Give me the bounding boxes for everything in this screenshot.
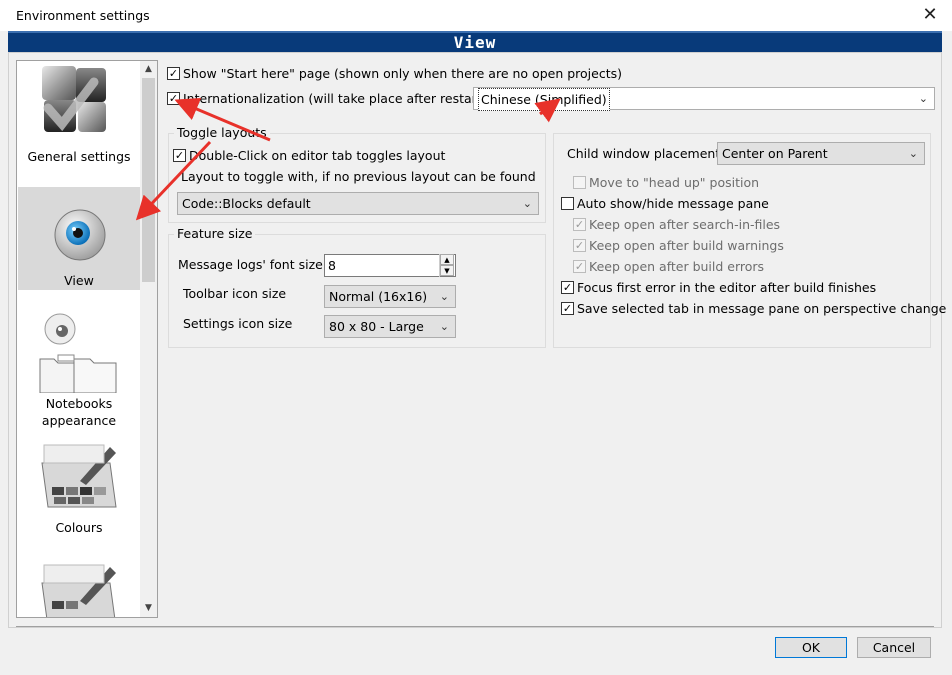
- ok-button[interactable]: OK: [775, 637, 847, 658]
- sidebar-item-general-settings[interactable]: General settings: [18, 61, 140, 183]
- toolbar-icon-size-select[interactable]: Normal (16x16) ⌄: [324, 285, 456, 308]
- sidebar-item-label: View: [64, 273, 94, 288]
- notebooks-icon: [39, 313, 117, 393]
- move-head-up-label: Move to "head up" position: [589, 175, 760, 190]
- keep-open-errors-label: Keep open after build errors: [589, 259, 765, 274]
- palette-icon: [41, 444, 117, 508]
- font-size-input[interactable]: 8: [324, 254, 456, 277]
- sidebar-scrollbar[interactable]: ▲ ▼: [140, 61, 157, 617]
- palette-icon: [41, 564, 116, 617]
- show-start-here-checkbox[interactable]: ✓: [167, 67, 180, 80]
- child-window-placement-label: Child window placement: [567, 146, 721, 161]
- keep-open-errors-checkbox[interactable]: ✓: [573, 260, 586, 273]
- chevron-down-icon: ⌄: [439, 290, 449, 303]
- double-click-toggle-label: Double-Click on editor tab toggles layou…: [189, 148, 446, 163]
- show-start-here-label: Show "Start here" page (shown only when …: [183, 66, 622, 81]
- move-head-up-checkbox[interactable]: [573, 176, 586, 189]
- keep-open-warnings-checkbox[interactable]: ✓: [573, 239, 586, 252]
- internationalization-label: Internationalization (will take place af…: [183, 91, 487, 106]
- focus-first-error-label: Focus first error in the editor after bu…: [577, 280, 877, 295]
- page-banner: View: [8, 31, 942, 52]
- toolbar-icon-size-value: Normal (16x16): [329, 289, 428, 304]
- child-window-placement-select[interactable]: Center on Parent ⌄: [717, 142, 925, 165]
- chevron-down-icon: ⌄: [522, 197, 532, 210]
- language-select[interactable]: Chinese (Simplified) ⌄: [473, 87, 935, 111]
- sidebar-item-notebooks-appearance[interactable]: Notebooks appearance: [18, 301, 140, 428]
- font-size-stepper[interactable]: ▲ ▼: [439, 254, 454, 277]
- font-size-value: 8: [328, 258, 336, 273]
- sidebar-item-label: Notebooks appearance: [41, 396, 117, 428]
- settings-sidebar: General settings View Notebooks appearan…: [16, 60, 158, 618]
- window-title: Environment settings: [16, 8, 150, 23]
- save-selected-tab-label: Save selected tab in message pane on per…: [577, 301, 947, 316]
- keep-open-search-checkbox[interactable]: ✓: [573, 218, 586, 231]
- general-settings-icon: [42, 66, 106, 132]
- stepper-down-icon[interactable]: ▼: [440, 265, 454, 276]
- sidebar-item-partial[interactable]: [18, 557, 140, 617]
- layout-toggle-value: Code::Blocks default: [182, 196, 311, 211]
- sidebar-item-view[interactable]: View: [18, 187, 140, 290]
- feature-size-title: Feature size: [174, 226, 256, 241]
- settings-icon-size-label: Settings icon size: [183, 316, 293, 331]
- settings-icon-size-select[interactable]: 80 x 80 - Large ⌄: [324, 315, 456, 338]
- close-icon[interactable]: ✕: [918, 3, 942, 27]
- page-title: View: [453, 33, 497, 52]
- toolbar-icon-size-label: Toolbar icon size: [183, 286, 287, 301]
- save-selected-tab-checkbox[interactable]: ✓: [561, 302, 574, 315]
- sidebar-item-colours[interactable]: Colours: [18, 437, 140, 541]
- title-bar: Environment settings ✕: [0, 0, 952, 31]
- double-click-toggle-checkbox[interactable]: ✓: [173, 149, 186, 162]
- settings-icon-size-value: 80 x 80 - Large: [329, 319, 424, 334]
- chevron-down-icon: ⌄: [439, 320, 449, 333]
- scroll-up-icon[interactable]: ▲: [140, 61, 157, 78]
- focus-first-error-checkbox[interactable]: ✓: [561, 281, 574, 294]
- layout-toggle-label: Layout to toggle with, if no previous la…: [181, 169, 536, 184]
- language-select-value: Chinese (Simplified): [478, 88, 610, 111]
- sidebar-item-label: Colours: [55, 520, 103, 535]
- eye-icon: [54, 209, 106, 261]
- toggle-layouts-title: Toggle layouts: [174, 125, 270, 140]
- auto-show-hide-checkbox[interactable]: [561, 197, 574, 210]
- scroll-thumb[interactable]: [142, 78, 155, 282]
- auto-show-hide-label: Auto show/hide message pane: [577, 196, 769, 211]
- keep-open-search-label: Keep open after search-in-files: [589, 217, 781, 232]
- internationalization-checkbox[interactable]: ✓: [167, 92, 180, 105]
- chevron-down-icon: ⌄: [908, 147, 918, 160]
- child-window-placement-value: Center on Parent: [722, 146, 828, 161]
- cancel-button[interactable]: Cancel: [857, 637, 931, 658]
- button-separator: [16, 626, 934, 627]
- font-size-label: Message logs' font size:: [178, 257, 328, 272]
- chevron-down-icon: ⌄: [918, 92, 928, 105]
- stepper-up-icon[interactable]: ▲: [440, 254, 454, 265]
- scroll-down-icon[interactable]: ▼: [140, 600, 157, 617]
- sidebar-item-label: General settings: [27, 149, 131, 164]
- layout-toggle-select[interactable]: Code::Blocks default ⌄: [177, 192, 539, 215]
- keep-open-warnings-label: Keep open after build warnings: [589, 238, 784, 253]
